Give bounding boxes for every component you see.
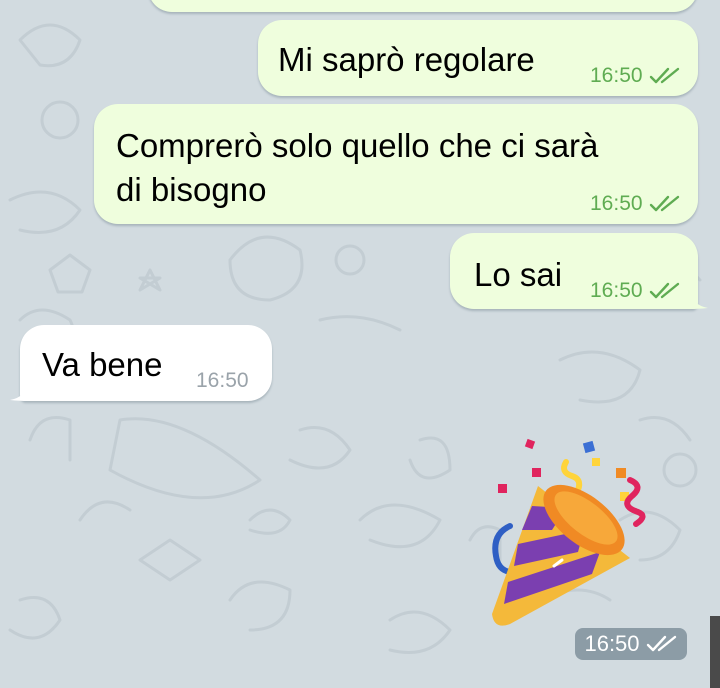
sticker-timestamp: 16:50: [575, 628, 687, 660]
double-check-icon: [646, 635, 676, 652]
message-text-line-2: di bisogno: [116, 171, 267, 208]
sticker-time: 16:50: [584, 631, 640, 656]
message-time: 16:50: [590, 64, 643, 87]
message-bubble-incoming[interactable]: Va bene 16:50: [20, 325, 272, 401]
double-check-icon: [649, 282, 679, 299]
scroll-edge: [710, 616, 720, 688]
message-time: 16:50: [590, 279, 643, 302]
message-bubble-outgoing[interactable]: Lo sai 16:50: [450, 233, 698, 309]
message-bubble-partial[interactable]: [148, 0, 698, 12]
confetti-piece: [592, 458, 600, 466]
message-meta: 16:50: [590, 192, 681, 216]
message-text-line-1: Comprerò solo quello che ci sarà: [116, 127, 599, 164]
confetti-piece: [532, 468, 541, 477]
message-bubble-outgoing[interactable]: Comprerò solo quello che ci sarà di biso…: [94, 104, 698, 224]
message-time: 16:50: [196, 369, 249, 392]
message-text: Lo sai: [474, 256, 563, 293]
message-text: Mi saprò regolare: [278, 41, 535, 78]
bubble-tail: [690, 291, 708, 309]
confetti-piece: [498, 484, 507, 493]
party-popper-sticker[interactable]: [480, 434, 670, 644]
message-meta: 16:50: [590, 279, 681, 303]
streamer: [492, 523, 513, 575]
streamer: [624, 477, 646, 527]
bubble-tail: [10, 383, 28, 401]
double-check-icon: [649, 195, 679, 212]
message-text: Va bene: [42, 346, 163, 383]
confetti-piece: [582, 440, 596, 454]
message-meta: 16:50: [196, 369, 249, 393]
confetti-piece: [616, 468, 626, 478]
message-time: 16:50: [590, 192, 643, 215]
confetti-piece: [524, 438, 536, 450]
message-meta: 16:50: [590, 64, 681, 88]
double-check-icon: [649, 67, 679, 84]
message-bubble-outgoing[interactable]: Mi saprò regolare 16:50: [258, 20, 698, 96]
